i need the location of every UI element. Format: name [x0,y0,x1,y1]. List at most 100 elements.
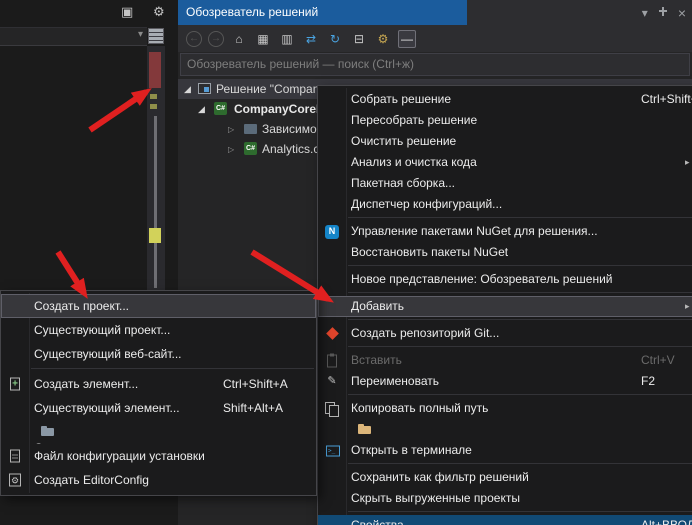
copy-path-icon [324,401,340,417]
solution-icon [198,83,211,94]
menu-item-existing-item[interactable]: Существующий элемент... Shift+Alt+A [1,396,316,420]
home-icon[interactable]: ⌂ [230,30,248,48]
expand-arrow-icon[interactable]: ◢ [184,79,191,99]
menu-item-label: Сохранить как фильтр решений [351,470,529,484]
preview-selected-icon[interactable]: — [398,30,416,48]
editor-scrollbar[interactable] [147,46,165,290]
float-window-icon[interactable]: ▣ [121,3,133,21]
chevron-down-icon[interactable]: ▾ [138,29,143,40]
menu-item-label: Копировать полный путь [351,401,488,415]
menu-item-open-folder-in-explorer[interactable]: Открыть папку в проводнике [318,419,692,440]
solution-explorer-toolbar: ← → ⌂ ▦ ▥ ⇄ ↻ ⊟ ⚙ — [178,25,692,52]
menu-item-label: Собрать решение [351,92,451,106]
scroll-mark-olive [150,104,157,109]
scroll-mark-olive [150,94,157,99]
menu-item-shortcut: Shift+Alt+A [223,396,283,420]
git-icon [324,326,340,342]
menu-item-create-git-repository[interactable]: Создать репозиторий Git... [318,323,692,344]
menu-item-build-solution[interactable]: Собрать решение Ctrl+Shift+B [318,89,692,110]
menu-separator [348,292,692,293]
menu-separator [348,319,692,320]
menu-item-label: Диспетчер конфигураций... [351,197,502,211]
menu-item-label: Управление пакетами NuGet для решения... [351,224,598,238]
menu-item-label: Существующий веб-сайт... [34,347,182,361]
pending-changes-icon[interactable]: ▥ [278,30,296,48]
menu-item-batch-build[interactable]: Пакетная сборка... [318,173,692,194]
menu-item-properties[interactable]: СвойстваAlt+ВВОД [318,515,692,525]
menu-item-label: Пакетная сборка... [351,176,455,190]
window-menu-icon[interactable]: ▾ [642,6,648,20]
menu-item-existing-website[interactable]: Существующий веб-сайт... [1,342,316,366]
menu-item-label: Новое представление: Обозреватель решени… [351,272,612,286]
menu-item-installer-config-file[interactable]: Файл конфигурации установки [1,444,316,468]
menu-item-new-editorconfig[interactable]: ⚙Создать EditorConfig [1,468,316,492]
menu-item-label: Создать проект... [34,299,129,313]
menu-item-save-as-solution-filter[interactable]: Сохранить как фильтр решений [318,467,692,488]
menu-item-copy-full-path[interactable]: Копировать полный путь [318,398,692,419]
tree-item-label: Analytics.cs [262,139,325,159]
forward-icon[interactable]: → [208,31,224,47]
menu-item-new-solution-folder[interactable]: Создать папку решения [1,420,316,444]
pin-icon[interactable] [658,7,668,19]
menu-item-manage-nuget-packages[interactable]: N Управление пакетами NuGet для решения..… [318,221,692,242]
menu-item-shortcut: Ctrl+V [641,350,675,371]
menu-item-restore-nuget-packages[interactable]: Восстановить пакеты NuGet [318,242,692,263]
properties-icon[interactable]: ⚙ [374,30,392,48]
folder-explorer-icon [357,422,373,438]
collapse-arrow-icon[interactable]: ▷ [228,139,234,159]
menu-item-label: Существующий элемент... [34,401,180,415]
menu-item-label: Открыть в терминале [351,443,472,457]
menu-item-label: Очистить решение [351,134,456,148]
menu-separator [348,394,692,395]
menu-item-label: Создать элемент... [34,377,138,391]
menu-item-shortcut: F2 [641,371,655,392]
add-submenu: Создать проект... Существующий проект... С… [0,290,317,496]
scrollbar-thumb[interactable] [154,116,157,288]
sync-active-document-icon[interactable]: ⇄ [302,30,320,48]
menu-item-analyze-and-cleanup[interactable]: Анализ и очистка кода▸ [318,152,692,173]
menu-item-paste[interactable]: ВставитьCtrl+V [318,350,692,371]
gear-icon[interactable]: ⚙ [153,3,165,21]
menu-item-label: Восстановить пакеты NuGet [351,245,508,259]
terminal-icon: >_ [326,445,340,456]
menu-item-shortcut: Ctrl+Shift+B [641,89,692,110]
search-input[interactable]: Обозреватель решений — поиск (Ctrl+ж) [180,53,690,76]
visual-studio-window: ▣ ⚙ ▾ Обозреватель решений ▾ × ← → ⌂ ▦ ▥ ⇄ ↻ ⊟ ⚙… [0,0,692,525]
menu-separator [348,265,692,266]
menu-item-open-in-terminal[interactable]: >_ Открыть в терминале [318,440,692,461]
split-handle[interactable] [148,28,164,44]
menu-item-label: Добавить [351,299,404,313]
menu-item-existing-project[interactable]: Существующий проект... [1,318,316,342]
menu-item-shortcut: Ctrl+Shift+A [223,372,288,396]
panel-title: Обозреватель решений [178,0,467,25]
panel-header-buttons: ▾ × [642,0,686,25]
refresh-icon[interactable]: ↻ [326,30,344,48]
menu-item-new-project[interactable]: Создать проект... [1,294,316,318]
menu-item-label: Существующий проект... [34,323,170,337]
collapse-all-icon[interactable]: ⊟ [350,30,368,48]
menu-item-label: Анализ и очистка кода [351,155,477,169]
menu-separator [348,346,692,347]
tree-item-label: CompanyCoreL [234,99,323,119]
menu-item-add[interactable]: Добавить▸ [318,296,692,317]
menu-item-new-view[interactable]: Новое представление: Обозреватель решени… [318,269,692,290]
menu-item-hide-unloaded-projects[interactable]: Скрыть выгруженные проекты [318,488,692,509]
nuget-icon: N [325,225,339,239]
menu-item-new-item[interactable]: +Создать элемент...Ctrl+Shift+A [1,372,316,396]
menu-item-clean-solution[interactable]: Очистить решение [318,131,692,152]
expand-arrow-icon[interactable]: ◢ [198,99,205,119]
panel-header: Обозреватель решений ▾ × [178,0,692,25]
close-icon[interactable]: × [678,5,686,21]
editor-nav-bar: ▾ [0,27,147,46]
back-icon[interactable]: ← [186,31,202,47]
collapse-arrow-icon[interactable]: ▷ [228,119,234,139]
csharp-file-icon: C# [244,142,257,155]
tree-item-label: Решение "Compan [216,79,319,99]
menu-item-rebuild-solution[interactable]: Пересобрать решение [318,110,692,131]
menu-item-rename[interactable]: ✎ПереименоватьF2 [318,371,692,392]
menu-separator [348,511,692,512]
config-file-icon [10,450,20,463]
switch-views-icon[interactable]: ▦ [254,30,272,48]
menu-item-configuration-manager[interactable]: Диспетчер конфигураций... [318,194,692,215]
solution-folder-icon [40,424,56,440]
